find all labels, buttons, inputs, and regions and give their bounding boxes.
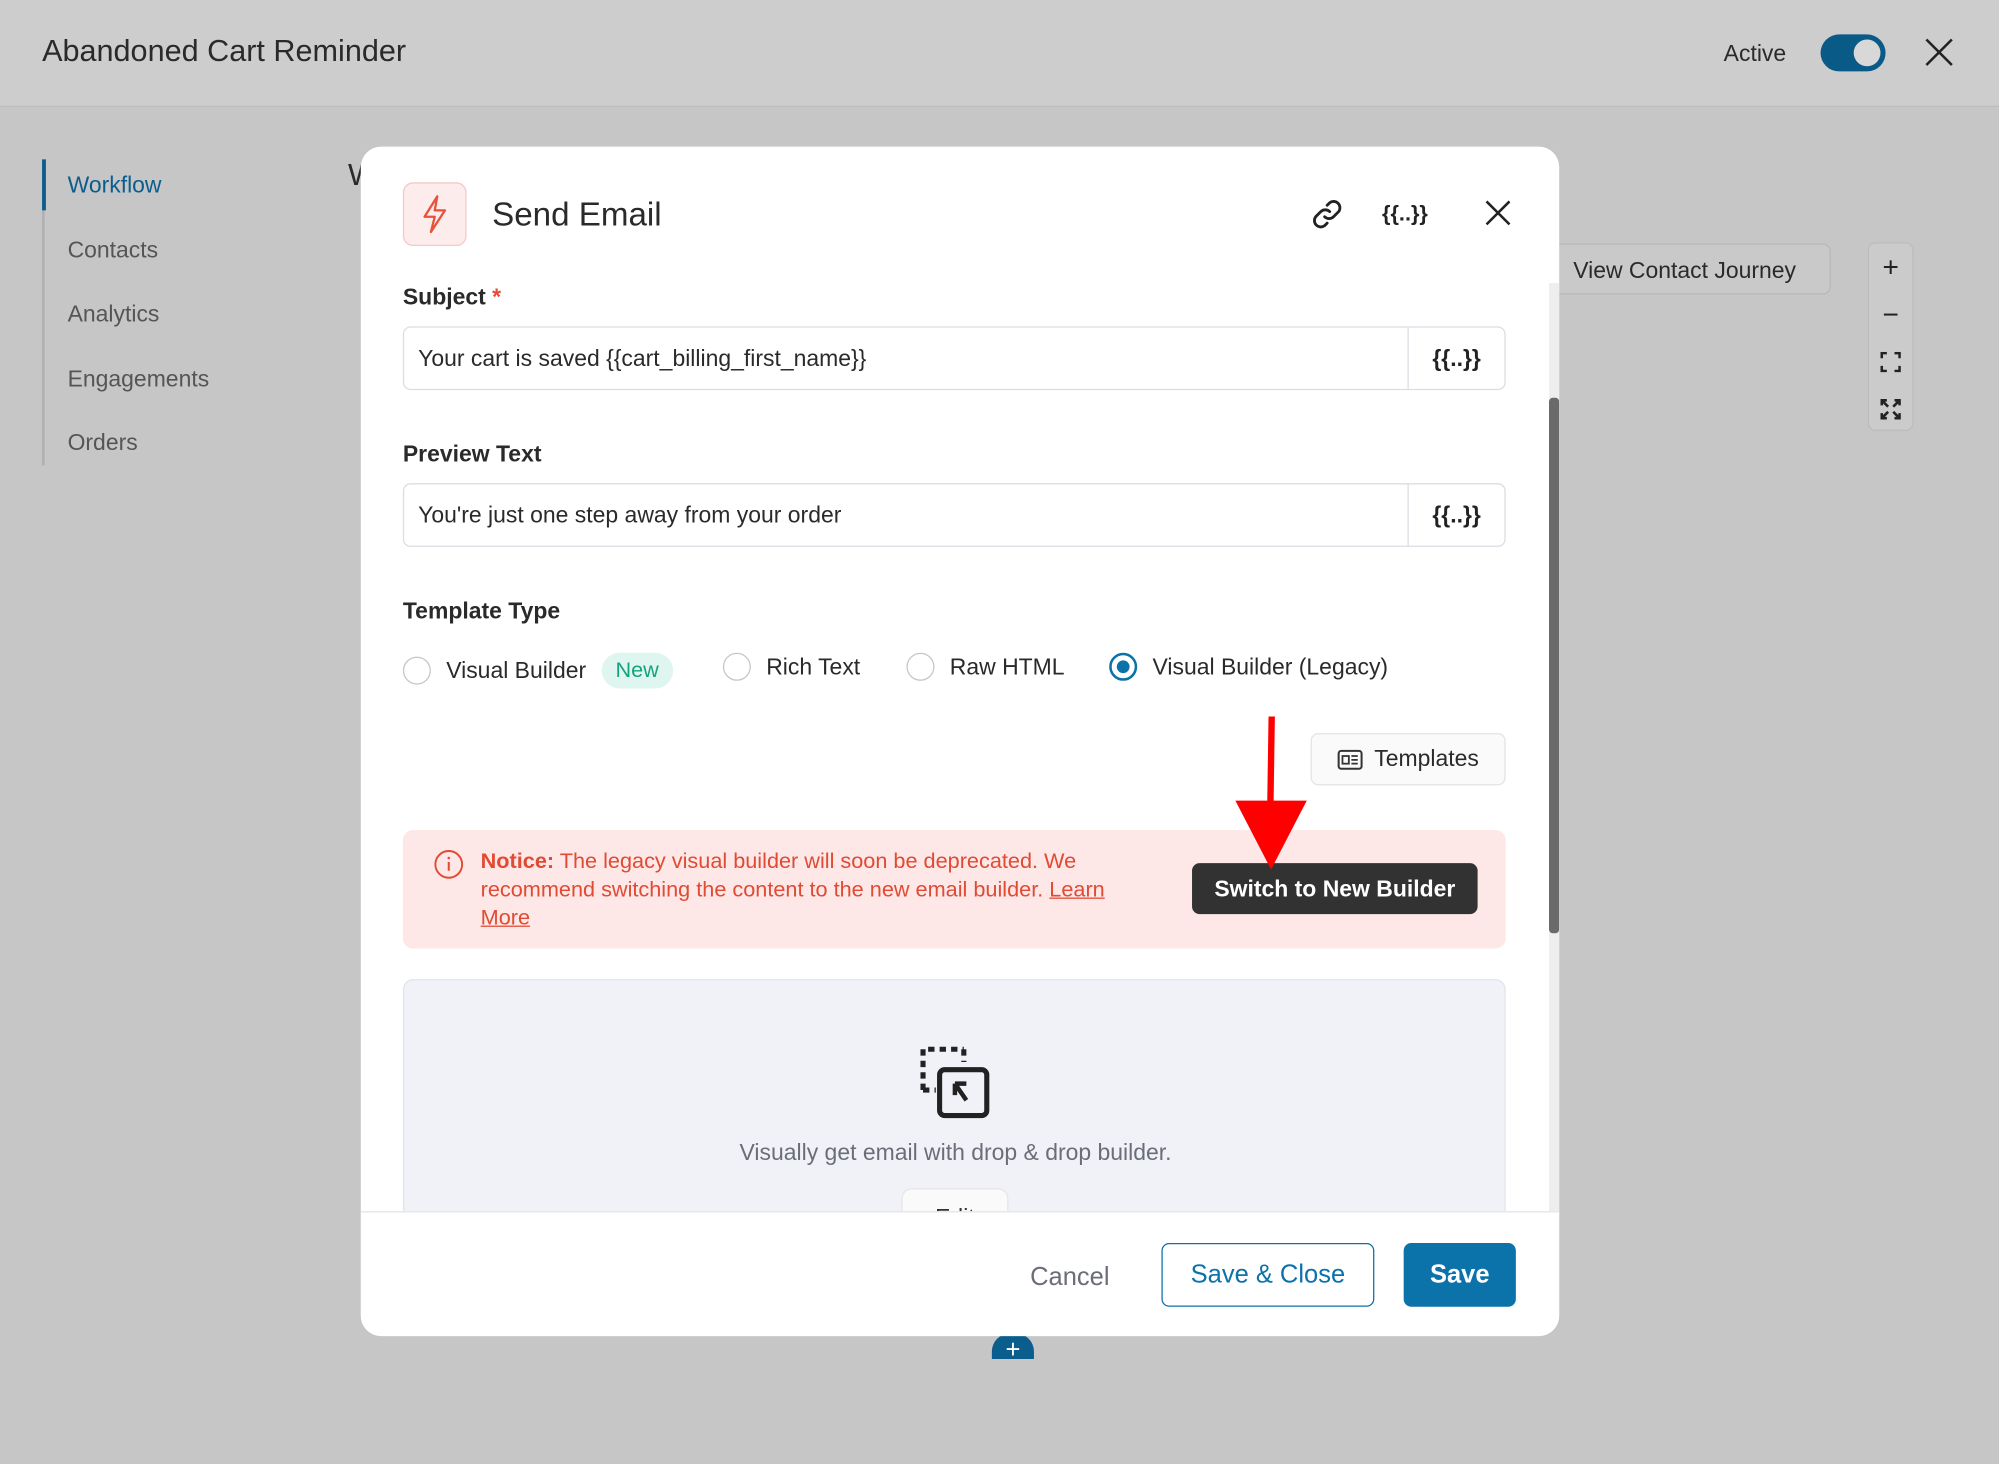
sidebar-active-indicator	[42, 159, 46, 211]
radio-rich-text[interactable]: Rich Text	[722, 652, 861, 681]
link-icon[interactable]	[1308, 195, 1346, 233]
scrollbar-thumb[interactable]	[1549, 397, 1560, 934]
annotation-arrow-icon	[1235, 716, 1307, 870]
subject-input[interactable]	[404, 327, 1409, 389]
active-label: Active	[1723, 40, 1787, 67]
preview-merge-tag-button[interactable]: {{..}}	[1409, 484, 1505, 545]
add-step-button[interactable]: +	[991, 1333, 1034, 1364]
save-button[interactable]: Save	[1403, 1243, 1516, 1307]
template-type-label: Template Type	[402, 597, 561, 624]
zoom-out-button[interactable]: −	[1869, 291, 1912, 338]
save-close-button[interactable]: Save & Close	[1161, 1243, 1375, 1307]
preview-text-field: {{..}}	[402, 483, 1506, 547]
fit-icon	[1880, 351, 1901, 372]
radio-label: Visual Builder	[446, 657, 587, 683]
expand-icon	[1880, 398, 1901, 419]
deprecation-notice: Notice: The legacy visual builder will s…	[402, 829, 1506, 949]
sidebar-item-workflow[interactable]: Workflow	[68, 172, 162, 199]
lightning-icon	[402, 182, 467, 247]
subject-label-text: Subject	[402, 284, 486, 310]
sidebar-item-engagements[interactable]: Engagements	[68, 366, 210, 393]
notice-prefix: Notice:	[480, 849, 555, 874]
builder-preview: Visually get email with drop & drop buil…	[402, 979, 1506, 1240]
radio-circle[interactable]	[906, 652, 935, 681]
app: Abandoned Cart Reminder Active Workflow …	[0, 0, 1999, 1464]
close-icon[interactable]	[1923, 36, 1956, 69]
sidebar-item-analytics[interactable]: Analytics	[68, 301, 160, 328]
notice-text: Notice: The legacy visual builder will s…	[481, 848, 1157, 932]
radio-raw-html[interactable]: Raw HTML	[906, 652, 1065, 681]
zoom-in-button[interactable]: +	[1869, 244, 1912, 291]
fullscreen-button[interactable]	[1869, 385, 1912, 432]
templates-label: Templates	[1374, 745, 1479, 772]
modal-title: Send Email	[492, 195, 662, 234]
subject-field: {{..}}	[402, 326, 1506, 391]
fit-view-button[interactable]	[1869, 338, 1912, 385]
preview-text-input[interactable]	[404, 484, 1409, 546]
required-marker: *	[492, 284, 502, 310]
new-badge: New	[601, 652, 673, 689]
preview-text-label: Preview Text	[402, 441, 542, 467]
templates-button[interactable]: Templates	[1310, 733, 1506, 786]
radio-circle[interactable]	[402, 656, 431, 685]
notice-body: The legacy visual builder will soon be d…	[480, 849, 1077, 902]
subject-merge-tag-button[interactable]: {{..}}	[1409, 328, 1505, 389]
modal-close-icon[interactable]	[1484, 199, 1512, 227]
radio-label: Rich Text	[766, 653, 861, 679]
info-icon	[434, 850, 464, 879]
active-toggle[interactable]	[1820, 34, 1886, 72]
radio-visual-builder-legacy[interactable]: Visual Builder (Legacy)	[1109, 652, 1389, 681]
zoom-controls: + −	[1867, 242, 1914, 432]
send-email-modal: Send Email {{..}} Subject * {{..}} Previ…	[360, 146, 1560, 1337]
page-title: Abandoned Cart Reminder	[42, 34, 407, 69]
modal-footer: Cancel Save & Close Save	[360, 1211, 1560, 1337]
radio-circle[interactable]	[722, 652, 751, 681]
builder-description: Visually get email with drop & drop buil…	[739, 1139, 1172, 1166]
radio-circle-selected[interactable]	[1109, 652, 1138, 681]
template-icon	[1337, 749, 1363, 770]
merge-tag-icon[interactable]: {{..}}	[1382, 195, 1428, 233]
radio-label: Visual Builder (Legacy)	[1152, 653, 1389, 679]
radio-label: Raw HTML	[949, 653, 1065, 679]
cancel-button[interactable]: Cancel	[1030, 1263, 1109, 1292]
subject-label: Subject *	[403, 284, 501, 311]
drag-drop-icon	[920, 1046, 990, 1119]
sidebar-item-contacts[interactable]: Contacts	[68, 237, 159, 264]
sidebar-item-orders[interactable]: Orders	[68, 430, 138, 457]
view-contact-journey-button[interactable]: View Contact Journey	[1549, 243, 1831, 295]
radio-visual-builder[interactable]: Visual Builder New	[402, 652, 673, 689]
